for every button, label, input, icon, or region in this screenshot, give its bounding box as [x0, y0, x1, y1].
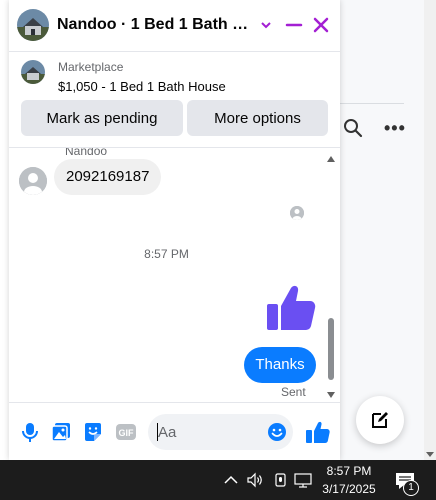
close-icon[interactable]: [311, 15, 331, 35]
marketplace-listing: Marketplace $1,050 - 1 Bed 1 Bath House …: [9, 52, 340, 148]
sticker-icon[interactable]: [82, 421, 104, 443]
like-icon[interactable]: [305, 419, 331, 445]
page-scrollbar[interactable]: [424, 0, 436, 460]
sent-message[interactable]: Thanks: [244, 347, 316, 383]
mark-as-pending-button[interactable]: Mark as pending: [21, 100, 183, 136]
conversation-title[interactable]: Nandoo · 1 Bed 1 Bath Hou···: [57, 16, 257, 34]
scroll-up-arrow-icon[interactable]: [327, 150, 335, 162]
mic-in-use-icon[interactable]: [272, 471, 290, 489]
more-dots-icon[interactable]: •••: [384, 118, 406, 138]
svg-text:GIF: GIF: [119, 428, 135, 438]
chevron-up-icon[interactable]: [222, 471, 240, 489]
message-timestamp: 8:57 PM: [144, 247, 189, 261]
display-icon[interactable]: [294, 471, 312, 489]
microphone-icon[interactable]: [19, 421, 41, 443]
new-message-button[interactable]: [356, 396, 404, 444]
message-thread: Nandoo 2092169187 8:57 PM Thanks Sent: [9, 148, 340, 402]
received-message[interactable]: 2092169187: [54, 159, 162, 195]
emoji-icon[interactable]: [266, 421, 288, 443]
scroll-thumb[interactable]: [328, 318, 334, 380]
message-composer: GIF: [9, 402, 340, 460]
chat-window: Nandoo · 1 Bed 1 Bath Hou··· Marketplace…: [9, 0, 340, 460]
notification-badge: 1: [403, 480, 419, 496]
speaker-icon[interactable]: [246, 471, 264, 489]
message-input-wrapper: [148, 414, 293, 450]
taskbar: 8:57 PM 3/17/2025 1: [0, 460, 436, 500]
seen-avatar: [290, 206, 304, 220]
message-scrollbar[interactable]: [325, 148, 337, 402]
background-panel: [340, 0, 436, 460]
more-options-button[interactable]: More options: [187, 100, 328, 136]
sent-status: Sent: [281, 385, 306, 399]
chat-header: Nandoo · 1 Bed 1 Bath Hou···: [9, 0, 340, 52]
message-input[interactable]: [158, 414, 263, 450]
clock-date[interactable]: 3/17/2025: [318, 481, 380, 498]
listing-source: Marketplace: [58, 60, 124, 74]
sender-name: Nandoo: [65, 148, 108, 158]
listing-title[interactable]: $1,050 - 1 Bed 1 Bath House: [58, 79, 226, 94]
photo-icon[interactable]: [50, 421, 72, 443]
conversation-avatar[interactable]: [17, 9, 49, 41]
compose-icon: [372, 412, 388, 428]
minimize-icon[interactable]: [284, 15, 304, 35]
listing-thumbnail[interactable]: [21, 60, 45, 84]
thumbs-up-sticker-icon[interactable]: [265, 282, 317, 334]
search-icon[interactable]: [343, 118, 363, 138]
gif-icon[interactable]: GIF: [115, 421, 137, 443]
background-divider: [340, 103, 404, 104]
scroll-down-arrow-icon[interactable]: [425, 446, 435, 457]
sender-avatar: [19, 167, 47, 195]
clock-time[interactable]: 8:57 PM: [318, 463, 380, 480]
chevron-down-icon[interactable]: [259, 18, 273, 32]
scroll-down-arrow-icon[interactable]: [327, 386, 335, 398]
